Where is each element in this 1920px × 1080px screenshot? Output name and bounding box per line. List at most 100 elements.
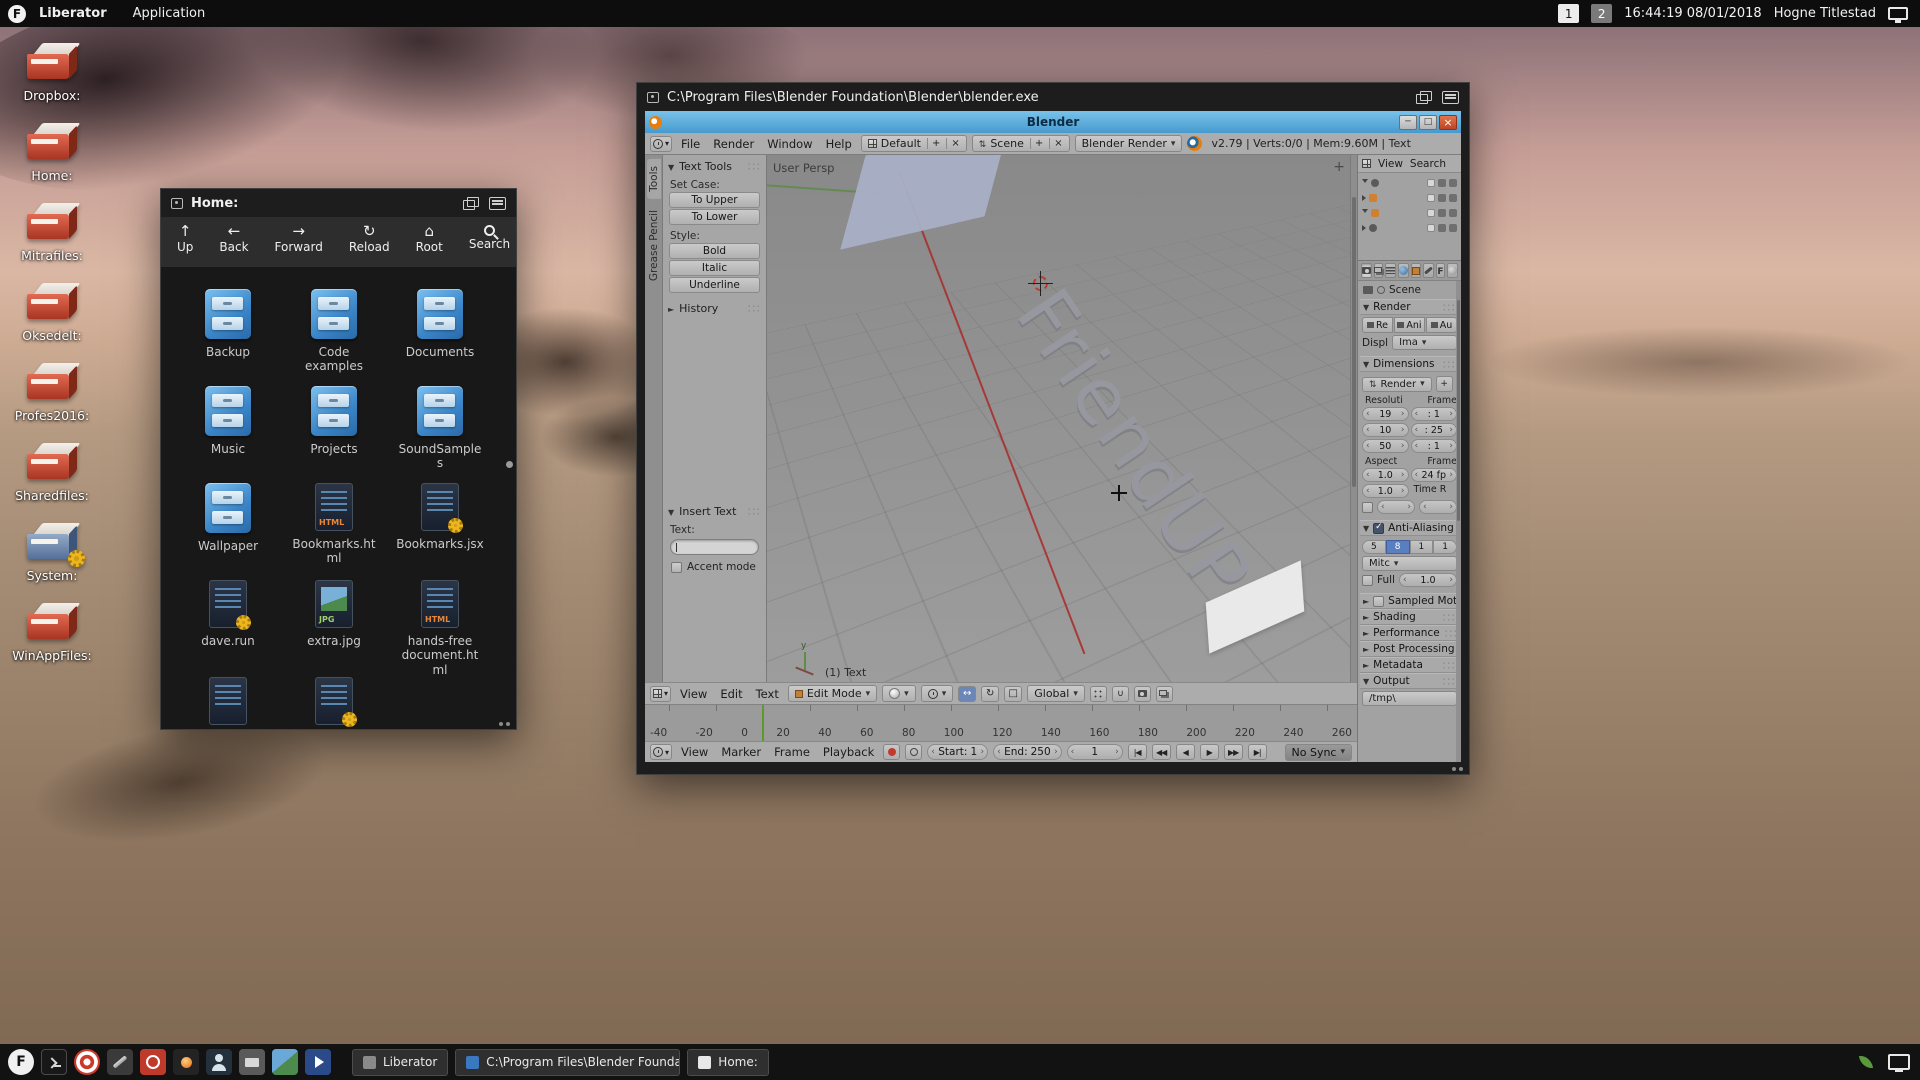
motion-blur-checkbox[interactable]: [1373, 596, 1384, 607]
render-menu[interactable]: Render: [709, 137, 758, 151]
up-button[interactable]: ↑ Up: [177, 223, 193, 254]
display-icon[interactable]: [1888, 7, 1908, 20]
file-menu[interactable]: File: [677, 137, 704, 151]
orientation-select[interactable]: Global: [1027, 685, 1085, 702]
tab-render[interactable]: [1361, 263, 1372, 278]
panel-post-processing[interactable]: Post Processing: [1360, 641, 1459, 657]
anti-aliasing-checkbox[interactable]: [1373, 523, 1384, 534]
target-app-icon[interactable]: [74, 1049, 100, 1075]
menu-liberator[interactable]: Liberator: [26, 6, 120, 21]
play-reverse-button[interactable]: ◀: [1176, 744, 1195, 760]
workspace-1-button[interactable]: 1: [1558, 4, 1579, 23]
file-item-documents[interactable]: Documents: [390, 289, 490, 386]
output-path-field[interactable]: /tmp\: [1362, 691, 1457, 706]
tab-world[interactable]: [1398, 263, 1409, 278]
add-scene-button[interactable]: [1030, 138, 1043, 149]
window-shade-icon[interactable]: [1442, 91, 1459, 104]
render-button[interactable]: Re: [1362, 317, 1393, 333]
screen-layout-select[interactable]: Default: [861, 135, 967, 152]
panel-sampled-motion-blur[interactable]: Sampled Mot: [1360, 593, 1459, 609]
mode-select[interactable]: Edit Mode: [788, 685, 877, 702]
play-button[interactable]: ▶: [1200, 744, 1219, 760]
shading-select[interactable]: [882, 685, 916, 702]
bold-button[interactable]: Bold: [669, 243, 760, 259]
wine-titlebar[interactable]: Blender: [645, 111, 1461, 133]
tl-view-menu[interactable]: View: [677, 745, 712, 759]
resolution-y-field[interactable]: 10: [1362, 423, 1409, 437]
pin-icon[interactable]: [1377, 286, 1385, 294]
to-upper-button[interactable]: To Upper: [669, 192, 760, 208]
italic-button[interactable]: Italic: [669, 260, 760, 276]
aa-samples-11-button[interactable]: 1: [1410, 540, 1434, 554]
scene-select[interactable]: Scene: [972, 135, 1070, 152]
panel-dimensions[interactable]: Dimensions: [1360, 356, 1459, 372]
insert-text-input[interactable]: [670, 539, 759, 555]
tools-app-icon[interactable]: [107, 1049, 133, 1075]
workspace-2-button[interactable]: 2: [1591, 4, 1612, 23]
resolution-percent-field[interactable]: 50: [1362, 439, 1409, 453]
panel-insert-text[interactable]: Insert Text: [666, 503, 763, 520]
forward-button[interactable]: → Forward: [275, 223, 323, 254]
timeline-ruler[interactable]: -40-20 020 4060 80100 120140 160180 2002…: [645, 704, 1357, 741]
scrollbar-thumb[interactable]: [506, 461, 513, 468]
panel-shading[interactable]: Shading: [1360, 609, 1459, 625]
render-engine-select[interactable]: Blender Render: [1075, 135, 1183, 152]
terminal-icon[interactable]: [41, 1049, 67, 1075]
outliner-row[interactable]: [1360, 220, 1459, 235]
frame-end-field[interactable]: : 25: [1411, 423, 1458, 437]
window-shade-icon[interactable]: [489, 197, 506, 210]
frame-start-field[interactable]: Start: 1: [927, 744, 988, 760]
back-button[interactable]: ← Back: [219, 223, 248, 254]
ember-app-icon[interactable]: [173, 1049, 199, 1075]
desktop-icon-sharedfiles[interactable]: Sharedfiles:: [4, 441, 100, 521]
task-liberator[interactable]: Liberator: [352, 1049, 448, 1076]
task-home[interactable]: Home:: [687, 1049, 768, 1076]
translate-manipulator-button[interactable]: ↔: [958, 686, 976, 702]
properties-scrollbar[interactable]: [1456, 281, 1461, 762]
underline-button[interactable]: Underline: [669, 277, 760, 293]
filter-size-field[interactable]: 1.0: [1399, 573, 1457, 587]
window-icon[interactable]: [171, 198, 183, 209]
time-new-field[interactable]: [1419, 500, 1457, 514]
aspect-x-field[interactable]: 1.0: [1362, 468, 1409, 482]
reload-button[interactable]: ↻ Reload: [349, 223, 390, 254]
panel-history[interactable]: History: [666, 300, 763, 317]
task-blender[interactable]: C:\Program Files\Blender Founda...: [455, 1049, 680, 1076]
frame-step-field[interactable]: : 1: [1411, 439, 1458, 453]
keying-set-button[interactable]: [905, 744, 922, 760]
blender-titlebar[interactable]: C:\Program Files\Blender Foundation\Blen…: [637, 83, 1469, 111]
maximize-button[interactable]: [1419, 115, 1437, 130]
viewport-3d[interactable]: FriendUP! User Persp (1) Text y + Tools: [645, 155, 1357, 682]
panel-render[interactable]: Render: [1360, 299, 1459, 315]
display-mode-select[interactable]: Ima: [1392, 335, 1457, 350]
panel-performance[interactable]: Performance: [1360, 625, 1459, 641]
panel-grip-icon[interactable]: [747, 162, 761, 171]
friend-logo-icon[interactable]: F: [8, 5, 26, 23]
resolution-x-field[interactable]: 19: [1362, 407, 1409, 421]
tab-object[interactable]: [1411, 263, 1421, 278]
jump-to-start-button[interactable]: |◀: [1128, 744, 1147, 760]
tab-render-layers[interactable]: [1374, 263, 1383, 278]
desktop-icon-home[interactable]: Home:: [4, 121, 100, 201]
outliner-view-menu[interactable]: View: [1378, 158, 1403, 170]
current-frame-field[interactable]: 1: [1067, 744, 1123, 760]
tab-tools[interactable]: Tools: [647, 159, 661, 199]
add-layout-button[interactable]: [927, 138, 940, 149]
close-button[interactable]: [1439, 115, 1457, 130]
accent-mode-checkbox[interactable]: [671, 562, 682, 573]
help-menu[interactable]: Help: [822, 137, 856, 151]
viewport-scrollbar[interactable]: [1350, 155, 1357, 682]
duplicate-view-icon[interactable]: [1416, 91, 1432, 104]
prev-keyframe-button[interactable]: ◀◀: [1152, 744, 1171, 760]
file-item-dave-run[interactable]: dave.run: [178, 580, 278, 677]
tab-modifiers[interactable]: [1423, 263, 1434, 278]
duplicate-view-icon[interactable]: [463, 197, 479, 210]
aspect-y-field[interactable]: 1.0: [1362, 484, 1409, 498]
panel-metadata[interactable]: Metadata: [1360, 657, 1459, 673]
edit-menu[interactable]: Edit: [716, 687, 746, 701]
printer-app-icon[interactable]: [239, 1049, 265, 1075]
file-item-bookmarks-jsx[interactable]: Bookmarks.jsx: [390, 483, 490, 580]
display-tray-icon[interactable]: [1886, 1049, 1912, 1075]
editor-type-button[interactable]: [650, 136, 672, 152]
tab-scene[interactable]: [1385, 263, 1396, 278]
